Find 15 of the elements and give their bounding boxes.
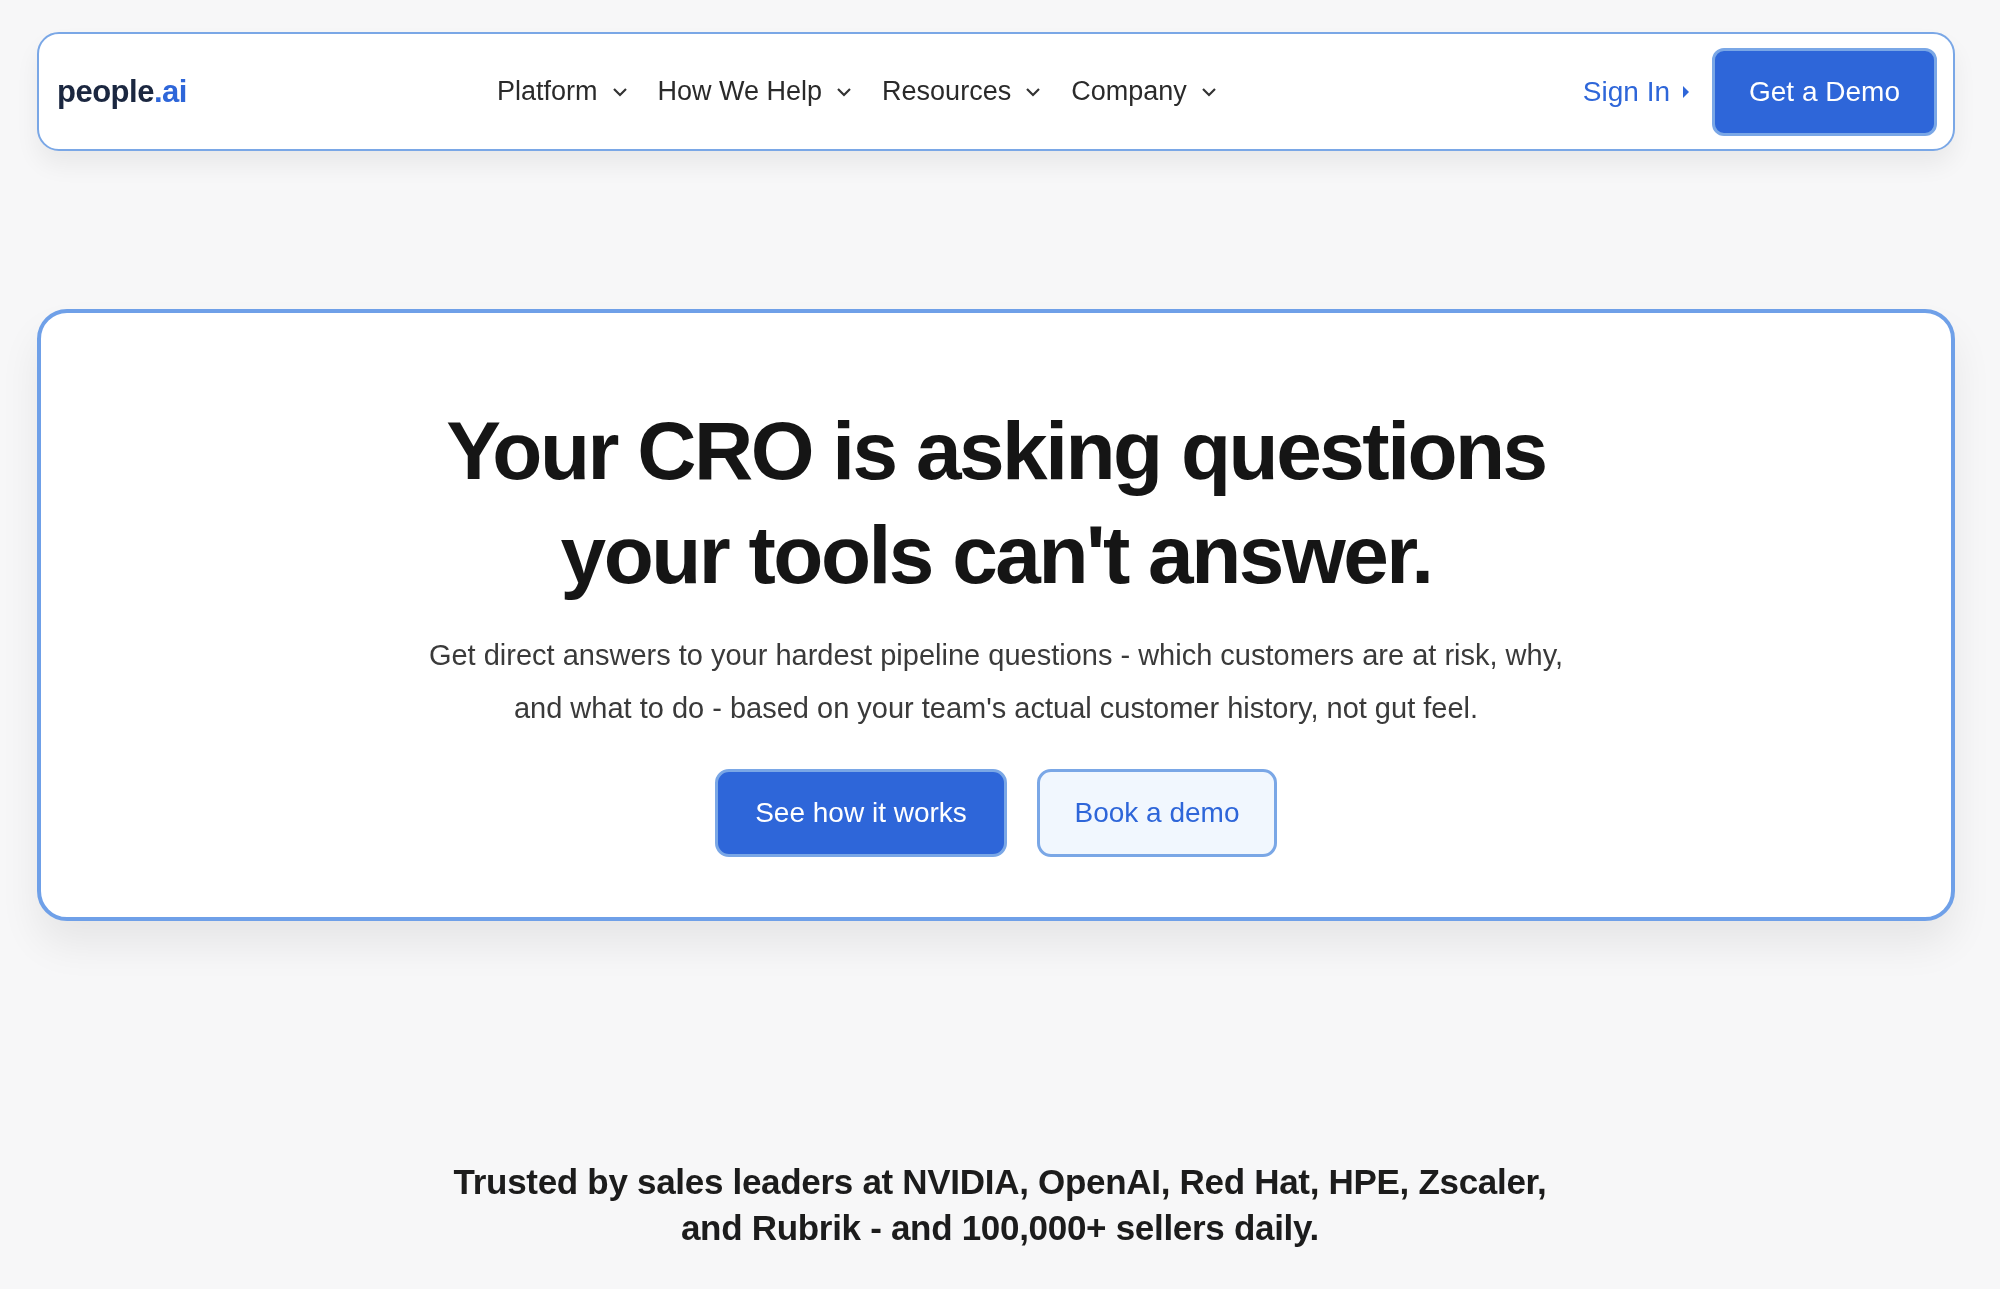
trust-text-line: Trusted by sales leaders at NVIDIA, OpenAI, Red Hat, HPE, Zscaler, bbox=[452, 1161, 1548, 1203]
book-demo-button[interactable]: Book a demo bbox=[1037, 769, 1277, 857]
see-how-button[interactable]: See how it works bbox=[715, 769, 1007, 857]
sign-in-link[interactable]: Sign In bbox=[1582, 75, 1690, 108]
nav-menu-item[interactable]: Resources bbox=[882, 76, 1042, 107]
caret-icon bbox=[1682, 84, 1690, 99]
nav-menu-item[interactable]: Platform bbox=[497, 76, 628, 107]
hero-heading-line: your tools can't answer. bbox=[559, 508, 1433, 602]
nav-menu-item[interactable]: Company bbox=[1071, 76, 1217, 107]
hero-heading-line: Your CRO is asking questions bbox=[446, 404, 1546, 498]
get-demo-button[interactable]: Get a Demo bbox=[1712, 47, 1937, 136]
trust-text-line: and Rubrik - and 100,000+ sellers daily. bbox=[679, 1207, 1321, 1249]
logo[interactable]: people.ai bbox=[57, 73, 227, 110]
nav-menu-item[interactable]: How We Help bbox=[657, 76, 853, 107]
hero-subtitle: Get direct answers to your hardest pipeline questions - which customers are at risk, why, and what to do - based on your team's actual customer history, not gut feel. bbox=[427, 638, 1565, 726]
